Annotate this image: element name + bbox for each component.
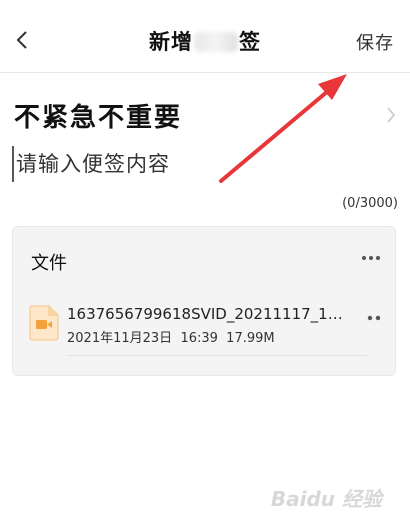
- baidu-watermark: Baidu 经验: [270, 487, 382, 511]
- chevron-right-icon: [387, 107, 396, 123]
- file-section-title: 文件: [31, 253, 67, 274]
- category-selector[interactable]: 不紧急不重要: [0, 88, 410, 144]
- char-counter: (0/3000): [342, 196, 398, 211]
- file-list-item[interactable]: 1637656799618SVID_20211117_1… 2021年11月23…: [13, 295, 395, 359]
- file-meta: 2021年11月23日 16:39 17.99M: [67, 327, 275, 346]
- more-options-icon[interactable]: [361, 255, 381, 261]
- blurred-title-text: [194, 32, 238, 52]
- top-bar: 新增 签 保存: [0, 0, 410, 73]
- note-content-input[interactable]: [12, 146, 396, 182]
- save-button[interactable]: 保存: [356, 29, 394, 55]
- page-title-suffix: 签: [239, 30, 261, 54]
- file-card: 文件 1637656799618SVID_20211117_1… 2021年11…: [12, 226, 396, 376]
- file-time: 16:39: [180, 331, 218, 346]
- file-size: 17.99M: [226, 331, 275, 346]
- file-name: 1637656799618SVID_20211117_1…: [67, 305, 343, 323]
- file-date: 2021年11月23日: [67, 331, 173, 346]
- page-title-prefix: 新增: [149, 30, 193, 54]
- category-label: 不紧急不重要: [14, 103, 183, 133]
- file-more-icon[interactable]: [367, 315, 381, 321]
- divider: [67, 355, 367, 356]
- page-title: 新增 签: [0, 26, 410, 56]
- video-file-icon: [29, 305, 59, 341]
